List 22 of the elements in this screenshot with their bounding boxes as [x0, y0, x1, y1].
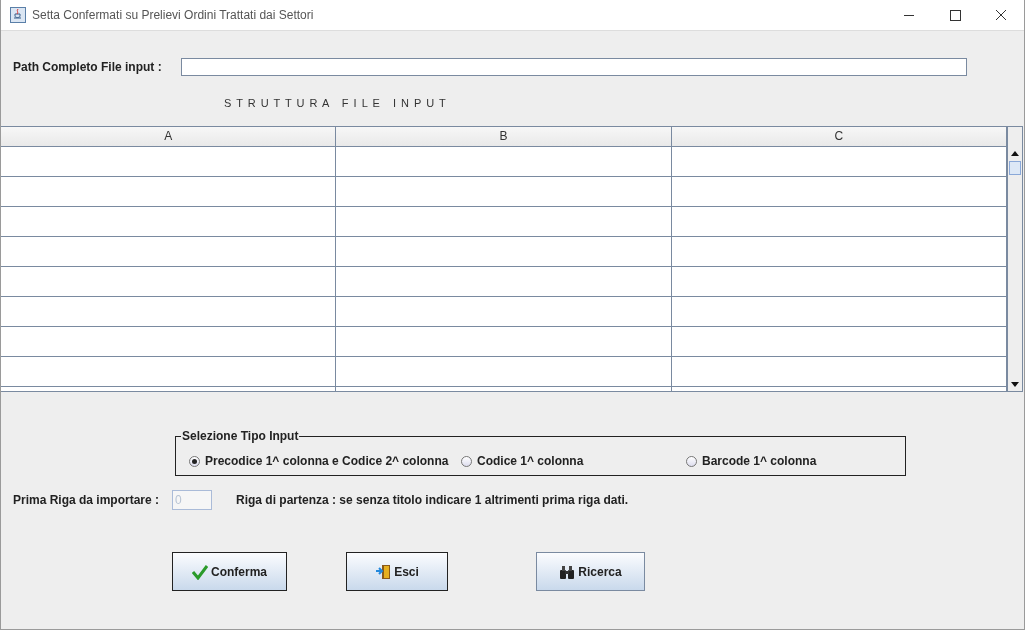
radio-option[interactable]: Precodice 1^ colonna e Codice 2^ colonna [189, 454, 461, 468]
section-title: S T R U T T U R A F I L E I N P U T [224, 97, 448, 109]
window-title: Setta Confermati su Prelievi Ordini Trattati dai Settori [32, 8, 315, 22]
first-row-label: Prima Riga da importare : [13, 493, 161, 507]
group-title: Selezione Tipo Input [181, 429, 300, 443]
binoculars-icon [559, 563, 576, 580]
vertical-scrollbar[interactable] [1007, 127, 1022, 391]
column-header[interactable]: B [336, 127, 672, 147]
radio-option[interactable]: Barcode 1^ colonna [686, 454, 817, 468]
column-header[interactable]: C [671, 127, 1007, 147]
column-header[interactable]: A [1, 127, 337, 147]
first-row-hint: Riga di partenza : se senza titolo indicare 1 altrimenti prima riga dati. [236, 493, 629, 507]
scrollbar-thumb[interactable] [1009, 161, 1021, 175]
path-label: Path Completo File input : [13, 60, 163, 74]
confirm-button[interactable]: Conferma [172, 552, 287, 591]
radio-option[interactable]: Codice 1^ colonna [461, 454, 686, 468]
exit-button[interactable]: Esci [346, 552, 448, 591]
checkmark-icon [192, 563, 208, 580]
path-input-field[interactable] [181, 58, 967, 76]
door-icon [375, 563, 392, 580]
search-button[interactable]: Ricerca [536, 552, 645, 591]
java-cup-icon [10, 7, 26, 23]
